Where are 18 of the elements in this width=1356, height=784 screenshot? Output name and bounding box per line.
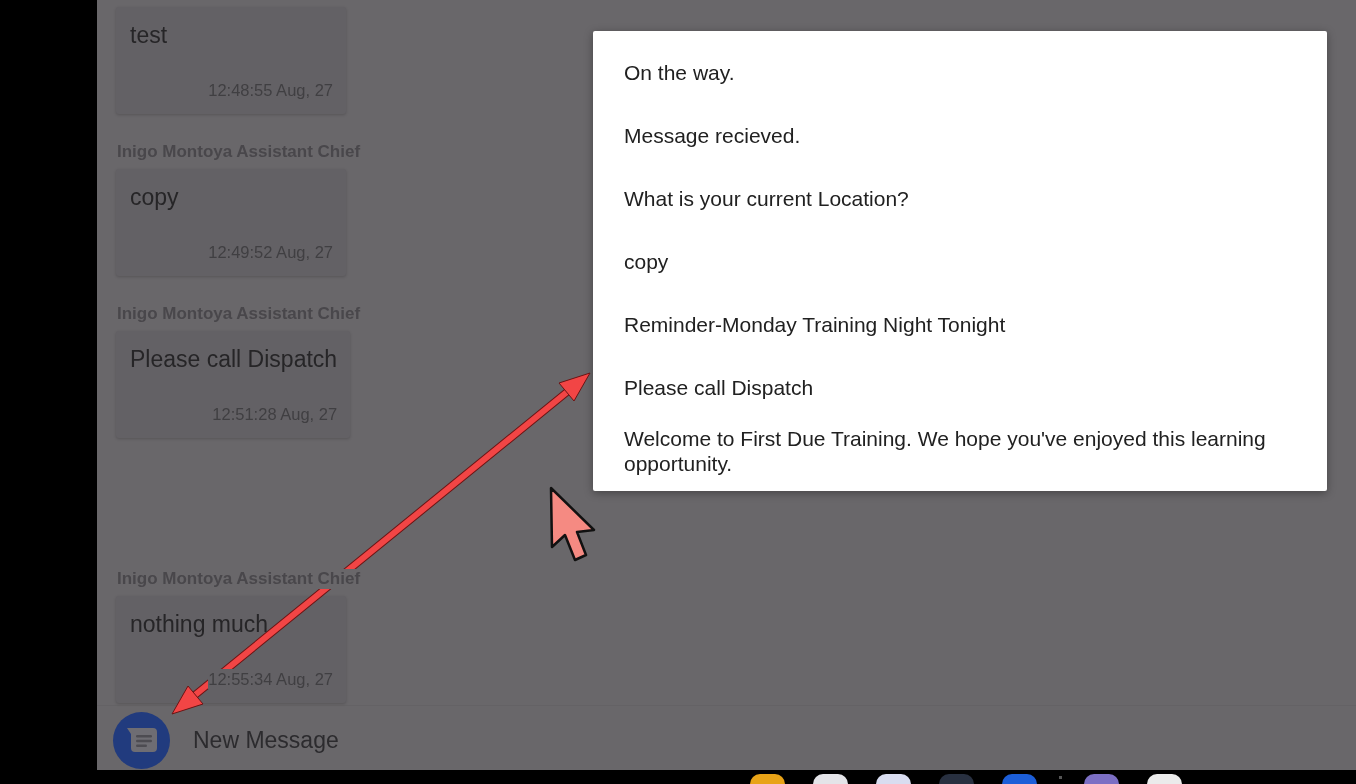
quick-reply-item[interactable]: Welcome to First Due Training. We hope you've enjoyed this learning opportunity.	[593, 419, 1327, 482]
message-icon	[125, 726, 158, 755]
quick-reply-item[interactable]: What is your current Location?	[593, 167, 1327, 230]
app-icon[interactable]	[1147, 774, 1182, 784]
quick-reply-item[interactable]: Reminder-Monday Training Night Tonight	[593, 293, 1327, 356]
app-icon[interactable]	[750, 774, 785, 784]
message-text: test	[130, 21, 169, 49]
message-text: nothing much	[130, 610, 270, 638]
quick-reply-item[interactable]: Message recieved.	[593, 104, 1327, 167]
pointer-cursor-icon	[549, 486, 596, 562]
app-icon[interactable]	[876, 774, 911, 784]
message-text: Please call Dispatch	[130, 345, 338, 373]
quick-reply-item[interactable]: copy	[593, 230, 1327, 293]
message-text: copy	[130, 183, 180, 211]
quick-reply-item[interactable]: Please call Dispatch	[593, 356, 1327, 419]
new-message-label: New Message	[193, 726, 339, 755]
quick-reply-item[interactable]: On the way.	[593, 41, 1327, 104]
app-icon[interactable]	[813, 774, 848, 784]
